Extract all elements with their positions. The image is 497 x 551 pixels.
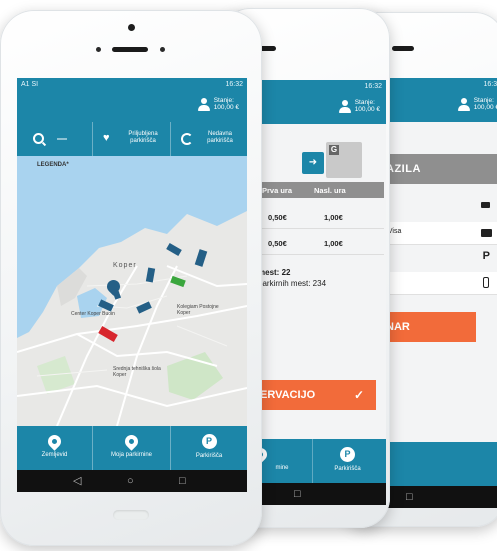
nav-recent-button[interactable]: □ [179,474,186,488]
phone-icon [483,277,489,288]
favorites-button[interactable]: ♥ Priljubljena parkirišča [93,122,171,156]
bottom-nav: mine P Parkirišča [258,439,386,483]
bottom-nav: Zemljevid Moja parkirnine P Parkirišča [17,426,247,470]
check-icon: ✓ [353,388,364,402]
search-button[interactable] [17,122,93,156]
system-navbar: □ [384,486,497,508]
statusbar: A1 SI 16:32 [17,78,247,92]
map-canvas [17,156,247,426]
card-icon [481,229,492,237]
map-pin-icon [45,432,64,451]
history-icon [181,133,193,145]
payment-row-card[interactable]: / Visa [384,222,497,245]
account-balance[interactable]: Stanje: 100,00 € [197,97,239,112]
statusbar: 16:32 [258,80,386,94]
reserve-button[interactable]: ERVACIJO ✓ [258,380,376,410]
nav-home-button[interactable]: ○ [127,474,134,488]
mail-icon [481,202,490,208]
sensor-dot [160,47,165,52]
system-navbar: ◁ ○ □ [17,470,247,492]
account-icon [197,98,210,112]
parking-icon: P [340,447,355,462]
table-row: 0,50€ 1,00€ [258,206,384,229]
screen-middle: 16:32 Stanje: 100,00 € ➜ G Prva ura Nasl… [258,80,386,505]
map-city-label: Koper [113,262,137,269]
header: Stanje: 100,00 € [17,92,247,122]
navigate-button[interactable]: ➜ [302,152,324,174]
nav-recent-button[interactable]: □ [294,487,301,501]
bottom-nav [384,442,497,486]
nav-parking-lots[interactable]: P Parkirišča [312,439,382,483]
nav-map[interactable]: Zemljevid [17,426,93,470]
speaker [112,47,148,52]
total-spots: parkirnih mest: 234 [258,279,327,288]
recent-button[interactable]: Nedavna parkirišča [171,122,247,156]
sensor-dot [96,47,101,52]
nav-back-button[interactable]: ◁ [73,474,81,488]
phone-front: A1 SI 16:32 Stanje: 100,00 € ♥ Priljublj… [0,10,262,546]
header: Stanje: 100,00 € [258,94,386,124]
map-poi-label: Srednja tehniška šola Koper [113,366,161,378]
payment-row-sms[interactable] [384,272,497,295]
map-legend[interactable]: LEGENDA* [37,162,69,168]
account-icon [338,100,351,114]
google-maps-button[interactable]: G [326,142,362,178]
nav-my-parking[interactable]: Moja parkirnine [93,426,171,470]
map-poi-label: Center Koper Buoin [71,311,115,317]
filter-bar: ♥ Priljubljena parkirišča Nedavna parkir… [17,122,247,156]
header: Stanje: 100,00 € [384,92,497,122]
account-balance[interactable]: Stanje: 100,00 € [338,99,380,114]
payment-row-paypal[interactable]: P [384,248,497,268]
home-button [113,510,149,520]
pay-button[interactable]: NAR [384,312,476,342]
statusbar: 16:32 [384,78,497,92]
parking-icon: P [201,434,217,449]
maps-icon: G [329,145,339,155]
screen-front: A1 SI 16:32 Stanje: 100,00 € ♥ Priljublj… [17,78,247,492]
heart-icon: ♥ [103,132,110,144]
system-navbar: □ [258,483,386,505]
table-row: 0,50€ 1,00€ [258,232,384,255]
front-camera [128,24,135,31]
person-pin-icon [122,432,141,451]
green-area-2 [37,356,75,394]
payment-row-email[interactable] [384,196,497,214]
table-header: Prva ura Nasl. ura [258,182,384,198]
nav-my-parking[interactable]: mine [258,439,306,483]
account-icon [457,98,470,112]
paypal-icon: P [482,250,490,262]
account-balance[interactable]: Stanje: 100,00 € [457,97,497,112]
map[interactable]: LEGENDA* Koper Center Koper Buoin Kolegi… [17,156,247,426]
search-placeholder [57,138,67,140]
nav-recent-button[interactable]: □ [406,490,413,504]
screen-back: 16:32 Stanje: 100,00 € AZILA / Visa P NA… [384,78,497,508]
speaker [392,46,414,51]
search-icon-handle [41,141,47,147]
free-spots: mest: 22 [258,268,291,277]
map-poi-label: Kolegiam Postojne Koper [177,304,219,316]
nav-parking-lots[interactable]: P Parkirišča [171,426,247,470]
section-title: AZILA [384,154,497,184]
